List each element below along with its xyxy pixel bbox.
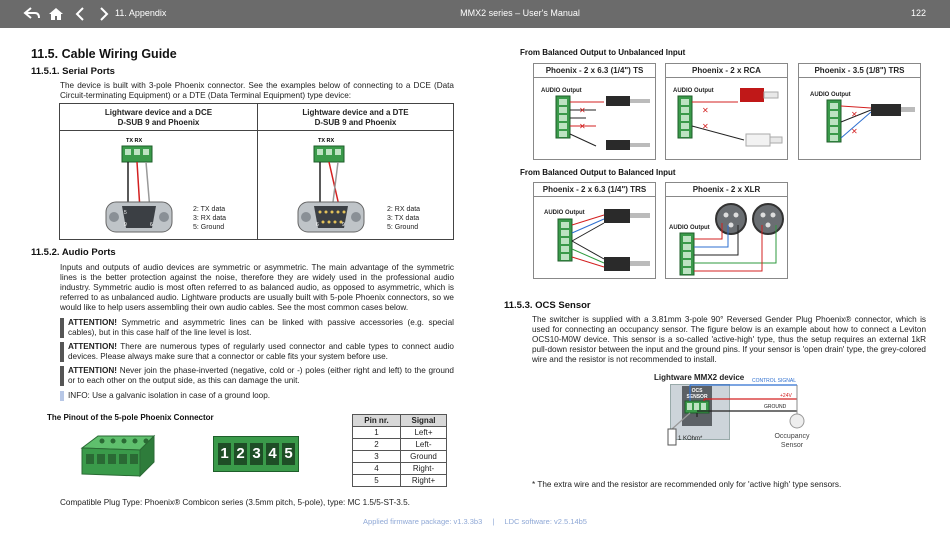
phoenix-pin-face: 1 2 3 4 5 (213, 436, 299, 472)
table-row: 1 Left+ (352, 426, 447, 439)
audio-ports-heading: 11.5.2. Audio Ports (31, 247, 116, 258)
ldc-link[interactable]: LDC software: v2.5.14b5 (504, 517, 587, 526)
pin-digit-2: 2 (234, 443, 247, 465)
page-footer: Applied firmware package: v1.3.3b3 | LDC… (0, 517, 950, 526)
ocs-footnote: * The extra wire and the resistor are re… (532, 480, 842, 489)
sensor-label-2: Sensor (780, 442, 804, 449)
svg-text:✕: ✕ (851, 127, 858, 136)
svg-text:✕: ✕ (851, 110, 858, 119)
panel-35-trs-title: Phoenix - 3.5 (1/8") TRS (814, 66, 905, 75)
footer-separator: | (492, 517, 495, 526)
dce-pin-3: 3: RX data (193, 215, 227, 222)
attention-note-2: ATTENTION! There are numerous types of r… (60, 342, 454, 362)
firmware-link[interactable]: Applied firmware package: v1.3.3b3 (363, 517, 482, 526)
serial-ports-heading: 11.5.1. Serial Ports (31, 66, 115, 77)
dte-pin-3: 3: TX data (387, 215, 420, 222)
panel-xlr: Phoenix - 2 x XLR AUDIO Output (665, 182, 788, 279)
pin-digit-1: 1 (218, 443, 231, 465)
dce-title-line1: Lightware device and a DCE (104, 108, 213, 117)
serial-ports-text: The device is built with 3-pole Phoenix … (60, 81, 454, 100)
dte-title-line1: Lightware device and a DTE (302, 108, 409, 117)
svg-text:5: 5 (124, 210, 127, 216)
attention-note-3: ATTENTION! Never join the phase-inverted… (60, 366, 454, 386)
pin-digit-5: 5 (282, 443, 295, 465)
svg-text:✕: ✕ (579, 122, 586, 131)
panel-63-trs: Phoenix - 2 x 6.3 (1/4") TRS AUDIO Outpu… (533, 182, 656, 279)
svg-text:✕: ✕ (579, 106, 586, 115)
sensor-label-1: Occupancy (774, 433, 810, 440)
ocs-heading: 11.5.3. OCS Sensor (504, 300, 591, 311)
ocs-text: The switcher is supplied with a 3.81mm 3… (532, 315, 926, 364)
dte-txrx-label: TX RX (318, 138, 335, 144)
compatible-plug-text: Compatible Plug Type: Phoenix® Combicon … (60, 498, 410, 507)
control-signal-label: CONTROL SIGNAL (752, 378, 796, 384)
svg-text:6: 6 (150, 222, 153, 228)
panel-rca-title: Phoenix - 2 x RCA (692, 66, 761, 75)
table-row: 4 Right- (352, 462, 447, 475)
v24-label: +24V (780, 393, 792, 399)
info-note: INFO: Use a galvanic isolation in case o… (60, 391, 454, 401)
svg-text:9: 9 (124, 222, 127, 228)
pin-digit-3: 3 (250, 443, 263, 465)
top-bar: 11. Appendix MMX2 series – User's Manual… (0, 0, 950, 28)
table-row: 3 Ground (352, 450, 447, 463)
page-number: 122 (910, 8, 926, 18)
dte-pin-5: 5: Ground (387, 224, 419, 231)
bal-to-unbal-heading: From Balanced Output to Unbalanced Input (520, 48, 686, 57)
dte-pin-2: 2: RX data (387, 206, 421, 213)
panel-ts-title: Phoenix - 2 x 6.3 (1/4") TS (545, 66, 644, 75)
pin-table-header-signal: Signal (400, 414, 447, 427)
svg-text:✕: ✕ (702, 106, 709, 115)
pin-table-header-pin: Pin nr. (352, 414, 401, 427)
dce-pin-2: 2: TX data (193, 206, 226, 213)
ground-label: GROUND (764, 404, 787, 410)
pin-signal-table: Pin nr. Signal 1 Left+ 2 Left- 3 Ground 4 Ri… (352, 414, 447, 487)
pin-digit-4: 4 (266, 443, 279, 465)
panel-ts: Phoenix - 2 x 6.3 (1/4") TS AUDIO Output… (533, 63, 656, 160)
dte-title-line2: D-SUB 9 and Phoenix (314, 118, 397, 127)
svg-text:6: 6 (316, 222, 319, 228)
panel-rca: Phoenix - 2 x RCA AUDIO Output ✕ ✕ (665, 63, 788, 160)
bal-to-bal-heading: From Balanced Output to Balanced Input (520, 168, 676, 177)
ocs-wiring-diagram: Lightware MMX2 device OCS SENSOR CONTROL… (652, 373, 832, 453)
dce-title-line2: D-SUB 9 and Phoenix (117, 118, 200, 127)
panel-35-trs: Phoenix - 3.5 (1/8") TRS AUDIO Output ✕ … (798, 63, 921, 160)
phoenix-connector-illustration (80, 434, 156, 478)
document-title: MMX2 series – User's Manual (460, 8, 580, 18)
panel-xlr-title: Phoenix - 2 x XLR (692, 185, 761, 194)
page-heading: 11.5. Cable Wiring Guide (31, 47, 177, 61)
attention-note-1: ATTENTION! Symmetric and asymmetric line… (60, 318, 454, 338)
dce-pin-5: 5: Ground (193, 224, 225, 231)
audio-ports-text: Inputs and outputs of audio devices are … (60, 263, 454, 312)
svg-text:9: 9 (342, 222, 345, 228)
table-row: 5 Right+ (352, 474, 447, 487)
resistor-label: 1 KOhm* (678, 436, 703, 442)
serial-wiring-table: Lightware device and a DCE D-SUB 9 and P… (59, 103, 454, 240)
svg-text:✕: ✕ (702, 122, 709, 131)
pinout-title: The Pinout of the 5-pole Phoenix Connect… (47, 413, 214, 422)
table-row: 2 Left- (352, 438, 447, 451)
panel-63-trs-title: Phoenix - 2 x 6.3 (1/4") TRS (542, 185, 647, 194)
dce-txrx-label: TX RX (126, 138, 143, 144)
